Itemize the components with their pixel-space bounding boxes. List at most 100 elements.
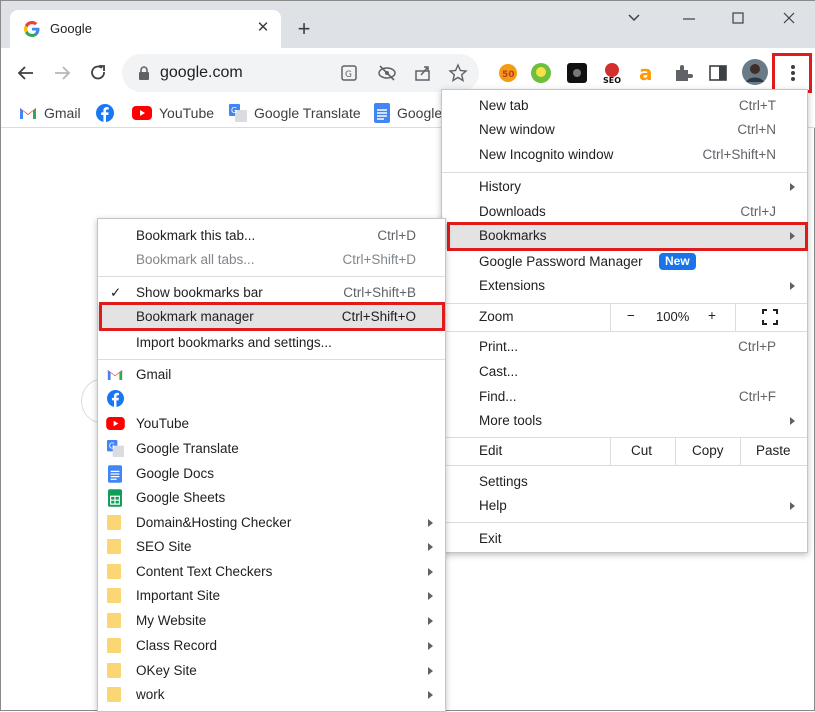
submenu-folder-work[interactable]: work	[98, 683, 445, 707]
menu-item-label: My Website	[136, 613, 207, 628]
menu-item-label: work	[136, 687, 165, 702]
menu-item-shortcut: Ctrl+P	[738, 339, 776, 354]
side-panel-icon[interactable]	[707, 62, 729, 84]
bookmark-bar-facebook[interactable]	[96, 104, 121, 122]
submenu-folder-important-site[interactable]: Important Site	[98, 584, 445, 608]
menu-item-exit[interactable]: Exit	[442, 527, 807, 551]
submenu-bookmark-facebook[interactable]	[98, 387, 445, 411]
extension-bulb-icon[interactable]	[530, 62, 552, 84]
submenu-item-bookmark-tab[interactable]: Bookmark this tab... Ctrl+D	[98, 224, 445, 248]
menu-item-help[interactable]: Help	[442, 494, 807, 518]
submenu-bookmark-google-translate[interactable]: G Google Translate	[98, 437, 445, 461]
translate-icon: G	[107, 440, 124, 457]
extension-seo-icon[interactable]: SEO	[601, 62, 623, 84]
menu-item-label: Google Translate	[136, 441, 239, 456]
menu-item-label: YouTube	[136, 416, 190, 431]
submenu-arrow-icon	[428, 691, 433, 699]
menu-item-password-manager[interactable]: Google Password Manager New	[442, 250, 807, 274]
share-icon[interactable]	[413, 63, 433, 83]
menu-separator	[442, 331, 807, 332]
bookmark-bar-google-docs[interactable]: Google	[374, 103, 442, 123]
menu-item-more-tools[interactable]: More tools	[442, 409, 807, 433]
submenu-arrow-icon	[428, 592, 433, 600]
tab-google[interactable]: Google ✕	[10, 10, 281, 48]
bookmark-bar-label: Google Translate	[254, 105, 361, 121]
menu-item-label: Help	[479, 498, 507, 513]
paste-label: Paste	[756, 443, 791, 458]
star-icon[interactable]	[448, 63, 468, 83]
submenu-item-import-bookmarks[interactable]: Import bookmarks and settings...	[98, 331, 445, 355]
submenu-bookmark-google-docs[interactable]: Google Docs	[98, 462, 445, 486]
menu-item-print[interactable]: Print... Ctrl+P	[442, 335, 807, 359]
translate-page-icon[interactable]: G	[340, 63, 360, 83]
zoom-level: 100%	[656, 309, 690, 324]
zoom-out-button[interactable]: −	[627, 308, 635, 323]
address-bar[interactable]: google.com G	[122, 54, 479, 92]
youtube-icon	[106, 417, 125, 430]
submenu-arrow-icon	[428, 543, 433, 551]
menu-item-new-tab[interactable]: New tab Ctrl+T	[442, 94, 807, 118]
lock-icon[interactable]	[138, 66, 150, 80]
menu-item-shortcut: Ctrl+N	[737, 122, 776, 137]
menu-item-label: Settings	[479, 474, 528, 489]
zoom-in-button[interactable]: +	[708, 308, 716, 323]
submenu-folder-seo-site[interactable]: SEO Site	[98, 535, 445, 559]
new-badge: New	[659, 253, 696, 270]
menu-item-new-window[interactable]: New window Ctrl+N	[442, 118, 807, 142]
highlight-box-bookmark-manager	[99, 302, 445, 331]
submenu-arrow-icon	[428, 617, 433, 625]
facebook-icon	[96, 104, 114, 122]
new-tab-button[interactable]: +	[292, 18, 316, 42]
menu-item-label: Find...	[479, 389, 517, 404]
extension-seo-sun-icon[interactable]: 50	[497, 62, 519, 84]
menu-item-settings[interactable]: Settings	[442, 470, 807, 494]
eye-off-icon[interactable]	[377, 63, 397, 83]
submenu-folder-domain-hosting[interactable]: Domain&Hosting Checker	[98, 511, 445, 535]
chrome-menu-button[interactable]	[772, 53, 812, 93]
extension-dark-icon[interactable]	[566, 62, 588, 84]
forward-arrow-icon[interactable]	[49, 60, 75, 86]
submenu-folder-my-website[interactable]: My Website	[98, 609, 445, 633]
reload-icon[interactable]	[85, 60, 111, 86]
submenu-folder-content-text[interactable]: Content Text Checkers	[98, 560, 445, 584]
folder-icon	[107, 638, 121, 653]
menu-item-extensions[interactable]: Extensions	[442, 274, 807, 298]
menu-item-label: Show bookmarks bar	[136, 285, 263, 300]
submenu-bookmark-gmail[interactable]: Gmail	[98, 363, 445, 387]
submenu-folder-okey-site[interactable]: OKey Site	[98, 659, 445, 683]
menu-item-find[interactable]: Find... Ctrl+F	[442, 385, 807, 409]
extension-amazon-icon[interactable]: a	[636, 62, 658, 84]
url-text[interactable]: google.com	[160, 64, 243, 82]
tab-title: Google	[50, 21, 92, 36]
maximize-icon[interactable]	[723, 7, 753, 29]
submenu-folder-class-record[interactable]: Class Record	[98, 634, 445, 658]
extensions-puzzle-icon[interactable]	[672, 62, 694, 84]
tab-search-chevron-icon[interactable]	[619, 7, 649, 29]
profile-avatar[interactable]	[742, 59, 768, 85]
menu-item-new-incognito[interactable]: New Incognito window Ctrl+Shift+N	[442, 143, 807, 167]
submenu-bookmark-google-sheets[interactable]: Google Sheets	[98, 486, 445, 510]
menu-item-shortcut: Ctrl+Shift+D	[342, 252, 416, 267]
minimize-icon[interactable]	[674, 7, 704, 29]
paste-button[interactable]: Paste	[740, 437, 808, 465]
bookmark-bar-youtube[interactable]: YouTube	[132, 104, 214, 122]
folder-icon	[107, 663, 121, 678]
highlight-box-bookmarks	[447, 222, 808, 251]
close-window-icon[interactable]	[774, 7, 804, 29]
cut-button[interactable]: Cut	[610, 437, 675, 465]
menu-item-downloads[interactable]: Downloads Ctrl+J	[442, 200, 807, 224]
submenu-bookmark-youtube[interactable]: YouTube	[98, 412, 445, 436]
chrome-main-menu: New tab Ctrl+T New window Ctrl+N New Inc…	[441, 89, 808, 553]
bookmark-bar-gmail[interactable]: Gmail	[19, 104, 81, 122]
close-tab-icon[interactable]: ✕	[254, 19, 272, 37]
back-arrow-icon[interactable]	[13, 60, 39, 86]
submenu-arrow-icon	[428, 568, 433, 576]
fullscreen-button[interactable]	[735, 303, 808, 331]
menu-item-label: Import bookmarks and settings...	[136, 335, 332, 350]
menu-item-shortcut: Ctrl+T	[738, 98, 776, 113]
bookmark-bar-google-translate[interactable]: G Google Translate	[229, 104, 361, 122]
menu-item-history[interactable]: History	[442, 175, 807, 199]
menu-item-shortcut: Ctrl+Shift+B	[343, 285, 416, 300]
copy-button[interactable]: Copy	[675, 437, 740, 465]
menu-item-cast[interactable]: Cast...	[442, 360, 807, 384]
